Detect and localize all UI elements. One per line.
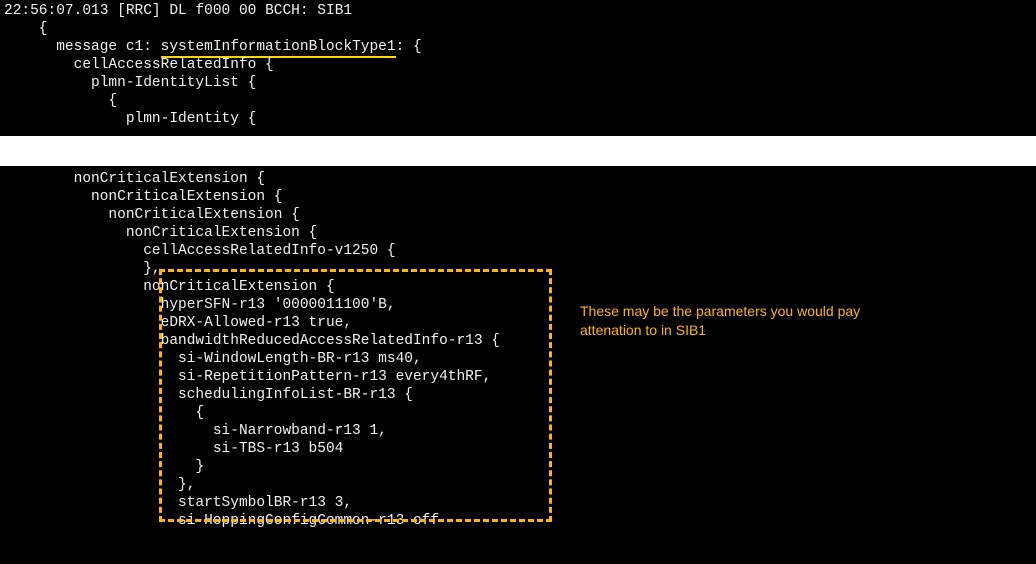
plmn-identity-list: plmn-IdentityList { xyxy=(4,75,256,91)
annotation-text: These may be the parameters you would pa… xyxy=(580,302,960,340)
brace-close: }, xyxy=(4,261,161,277)
edrx-allowed-r13: eDRX-Allowed-r13 true, xyxy=(4,315,352,331)
message-line: message c1: systemInformationBlockType1:… xyxy=(4,39,422,58)
brace-close: }, xyxy=(4,477,195,493)
si-repetition-pattern-r13: si-RepetitionPattern-r13 every4thRF, xyxy=(4,369,491,385)
si-window-length-br-r13: si-WindowLength-BR-r13 ms40, xyxy=(4,351,422,367)
si-narrowband-r13: si-Narrowband-r13 1, xyxy=(4,423,387,439)
section-gap xyxy=(0,136,1036,166)
log-block-bottom: nonCriticalExtension { nonCriticalExtens… xyxy=(0,170,500,530)
noncritical-ext: nonCriticalExtension { xyxy=(4,189,282,205)
brace-close: } xyxy=(4,459,204,475)
brace: { xyxy=(4,405,204,421)
noncritical-ext: nonCriticalExtension { xyxy=(4,207,300,223)
si-hopping-config-common-r13: si-HoppingConfigCommon-r13 off xyxy=(4,513,439,529)
hypersfn-r13: hyperSFN-r13 '0000011100'B, xyxy=(4,297,396,313)
si-tbs-r13: si-TBS-r13 b504 xyxy=(4,441,343,457)
start-symbol-br-r13: startSymbolBR-r13 3, xyxy=(4,495,352,511)
plmn-identity: plmn-Identity { xyxy=(4,111,256,127)
log-header: 22:56:07.013 [RRC] DL f000 00 BCCH: SIB1 xyxy=(4,3,352,19)
scheduling-info-list-br-r13: schedulingInfoList-BR-r13 { xyxy=(4,387,413,403)
noncritical-ext: nonCriticalExtension { xyxy=(4,225,317,241)
log-block-top: 22:56:07.013 [RRC] DL f000 00 BCCH: SIB1… xyxy=(0,0,422,128)
brace: { xyxy=(4,21,48,37)
cell-access-related-info: cellAccessRelatedInfo { xyxy=(4,57,274,73)
noncritical-ext: nonCriticalExtension { xyxy=(4,279,335,295)
noncritical-ext: nonCriticalExtension { xyxy=(4,171,265,187)
message-name-highlight: systemInformationBlockType1 xyxy=(161,39,396,58)
bandwidth-reduced-access-info-r13: bandwidthReducedAccessRelatedInfo-r13 { xyxy=(4,333,500,349)
brace: { xyxy=(4,93,117,109)
cell-access-related-info-v1250: cellAccessRelatedInfo-v1250 { xyxy=(4,243,396,259)
